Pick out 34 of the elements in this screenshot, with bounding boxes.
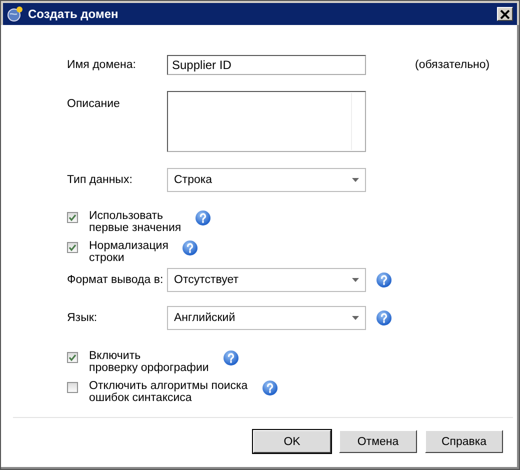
description-field[interactable] (167, 91, 366, 152)
dialog-button[interactable]: Отмена (339, 430, 417, 453)
checkbox[interactable] (67, 382, 78, 393)
help-icon[interactable] (182, 240, 198, 256)
field-label: Тип данных: (67, 173, 134, 187)
dialog-button[interactable]: OK (253, 430, 331, 453)
help-icon[interactable] (376, 310, 392, 326)
checkbox-label: Использовать первые значения (89, 210, 182, 234)
field-label: Имя домена: (67, 58, 137, 72)
checkbox-label: Отключить алгоритмы поиска ошибок синтаксиса (89, 380, 248, 404)
field-label: Язык: (67, 311, 98, 325)
domain-name-field[interactable]: Supplier ID (167, 55, 366, 75)
dropdown[interactable]: Строка (167, 168, 366, 192)
dropdown[interactable]: Английский (167, 306, 366, 330)
help-icon[interactable] (376, 272, 392, 288)
dropdown[interactable]: Отсутствует (167, 268, 366, 292)
field-label: Формат вывода в: (67, 273, 164, 287)
checkbox-label: Нормализация строки (89, 240, 168, 264)
field-label: Описание (67, 97, 121, 111)
checkbox[interactable] (67, 212, 78, 223)
checkbox-label: Включить проверку орфографии (89, 350, 209, 374)
help-icon[interactable] (262, 380, 278, 396)
close-button[interactable] (497, 7, 513, 21)
window-title: Создать домен (28, 7, 120, 21)
globe-icon (7, 6, 23, 22)
dropdown-arrow-icon[interactable] (352, 316, 359, 320)
help-icon[interactable] (195, 210, 212, 226)
checkbox[interactable] (67, 242, 78, 253)
dropdown-arrow-icon[interactable] (352, 278, 359, 282)
checkbox[interactable] (67, 352, 78, 363)
required-note: (обязательно) (415, 58, 490, 72)
dialog-button[interactable]: Справка (425, 430, 503, 453)
help-icon[interactable] (222, 350, 239, 366)
dropdown-arrow-icon[interactable] (352, 178, 359, 182)
